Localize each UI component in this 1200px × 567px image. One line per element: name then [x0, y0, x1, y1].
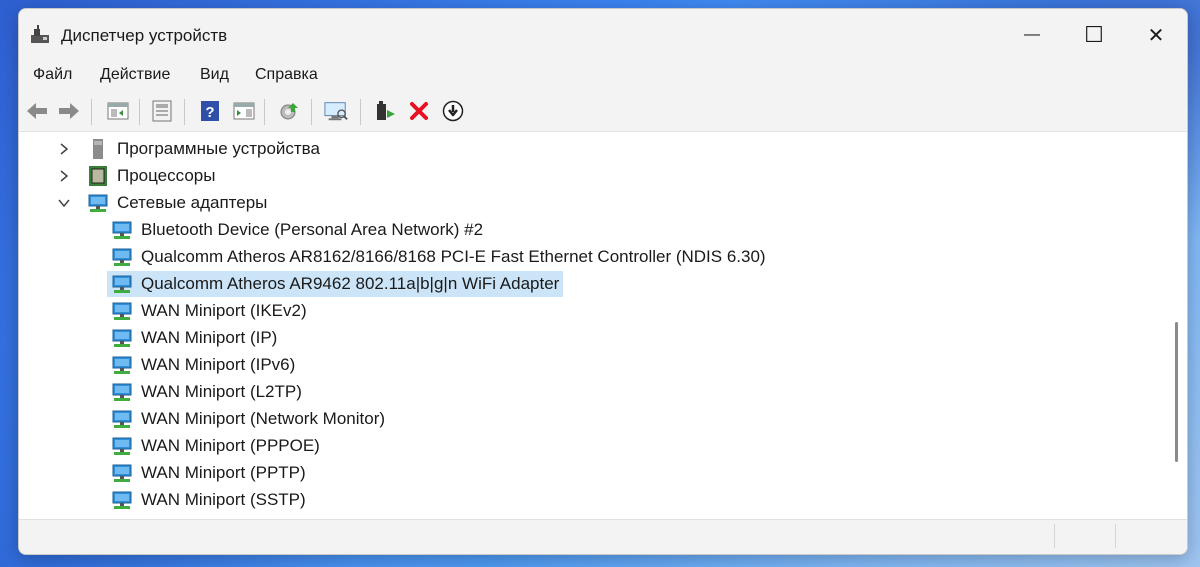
network-adapter-icon [112, 221, 132, 239]
network-adapter-icon [112, 275, 132, 293]
menu-view[interactable]: Вид [196, 66, 233, 84]
help-icon: ? [201, 101, 219, 121]
toolbar-separator [311, 99, 312, 125]
network-adapter-icon [112, 383, 132, 401]
properties-button[interactable] [150, 99, 174, 123]
tree-device-label: WAN Miniport (SSTP) [141, 490, 306, 509]
back-icon [27, 103, 47, 119]
action-pane-button[interactable] [232, 99, 256, 123]
properties-icon [152, 100, 172, 122]
toolbar-separator [264, 99, 265, 125]
tree-device-label: WAN Miniport (Network Monitor) [141, 409, 386, 428]
menu-bar: Файл Действие Вид Справка [19, 61, 1187, 91]
tree-device-item[interactable]: WAN Miniport (PPPOE) [107, 433, 324, 459]
network-adapter-icon [112, 248, 132, 266]
forward-button[interactable] [57, 99, 81, 123]
chevron-right-icon[interactable] [57, 169, 71, 183]
network-adapter-icon [112, 491, 132, 509]
network-adapter-icon [112, 356, 132, 374]
tree-category-processors[interactable]: Процессоры [57, 163, 215, 189]
uninstall-device-button[interactable] [407, 99, 431, 123]
network-adapter-icon [88, 194, 108, 212]
show-hide-tree-icon [107, 102, 129, 120]
uninstall-device-icon [410, 102, 428, 120]
network-adapter-icon [112, 437, 132, 455]
toolbar-separator [91, 99, 92, 125]
network-adapter-icon [112, 464, 132, 482]
minimize-button[interactable]: — [1001, 9, 1063, 61]
help-button[interactable]: ? [198, 99, 222, 123]
tree-device-item[interactable]: WAN Miniport (IPv6) [107, 352, 299, 378]
network-adapter-icon [112, 410, 132, 428]
tree-device-item[interactable]: WAN Miniport (Network Monitor) [107, 406, 389, 432]
tree-device-label: Bluetooth Device (Personal Area Network)… [141, 220, 484, 239]
menu-file[interactable]: Файл [29, 66, 76, 84]
tree-category-label: Сетевые адаптеры [117, 193, 268, 212]
tree-device-label: WAN Miniport (PPTP) [141, 463, 306, 482]
menu-action[interactable]: Действие [96, 66, 174, 84]
minimize-icon: — [1024, 26, 1040, 43]
software-device-icon [93, 139, 103, 159]
toolbar-separator [184, 99, 185, 125]
tree-device-label: WAN Miniport (IP) [141, 328, 278, 347]
disable-device-icon [442, 100, 464, 122]
window-title: Диспетчер устройств [61, 26, 228, 45]
tree-device-label: Qualcomm Atheros AR8162/8166/8168 PCI-E … [141, 247, 766, 266]
tree-device-label: WAN Miniport (IPv6) [141, 355, 296, 374]
maximize-button[interactable]: ☐ [1063, 9, 1125, 61]
chevron-right-icon[interactable] [57, 142, 71, 156]
tree-category-network-adapters[interactable]: Сетевые адаптеры [57, 190, 267, 216]
maximize-icon: ☐ [1084, 22, 1104, 47]
network-adapter-icon [112, 329, 132, 347]
menu-help[interactable]: Справка [251, 66, 322, 84]
chevron-down-icon[interactable] [57, 196, 71, 210]
title-bar[interactable]: Диспетчер устройств — ☐ ✕ [19, 9, 1187, 61]
svg-text:?: ? [205, 104, 214, 121]
processor-icon [89, 166, 107, 186]
vertical-scrollbar[interactable] [1167, 132, 1187, 520]
scan-hardware-button[interactable] [324, 99, 348, 123]
action-pane-icon [233, 102, 255, 120]
toolbar-separator [139, 99, 140, 125]
status-segment [19, 524, 1055, 548]
back-button[interactable] [25, 99, 49, 123]
tree-category-label: Процессоры [117, 166, 216, 185]
show-hide-tree-button[interactable] [106, 99, 130, 123]
scrollbar-thumb[interactable] [1175, 322, 1178, 462]
enable-device-button[interactable] [373, 99, 397, 123]
disable-device-button[interactable] [441, 99, 465, 123]
tree-device-item[interactable]: Bluetooth Device (Personal Area Network)… [107, 217, 487, 243]
toolbar: ? [19, 91, 1187, 132]
tree-device-item[interactable]: WAN Miniport (SSTP) [107, 487, 310, 513]
tree-device-item[interactable]: WAN Miniport (L2TP) [107, 379, 306, 405]
tree-device-label: Qualcomm Atheros AR9462 802.11a|b|g|n Wi… [141, 274, 560, 293]
toolbar-separator [360, 99, 361, 125]
tree-category-label: Программные устройства [117, 139, 320, 158]
update-driver-button[interactable] [277, 99, 301, 123]
update-driver-icon [280, 103, 298, 120]
device-manager-app-icon [31, 25, 49, 43]
tree-device-item[interactable]: Qualcomm Atheros AR8162/8166/8168 PCI-E … [107, 244, 770, 270]
close-button[interactable]: ✕ [1125, 9, 1187, 61]
status-bar [19, 519, 1187, 554]
tree-device-label: WAN Miniport (IKEv2) [141, 301, 307, 320]
tree-device-item[interactable]: WAN Miniport (IP) [107, 325, 281, 351]
tree-device-item-selected[interactable]: Qualcomm Atheros AR9462 802.11a|b|g|n Wi… [107, 271, 564, 297]
forward-icon [59, 103, 79, 119]
device-tree[interactable]: Программные устройства Процессоры Сетевы… [19, 132, 1167, 520]
status-segment [1055, 524, 1116, 548]
tree-device-item[interactable]: WAN Miniport (IKEv2) [107, 298, 311, 324]
scan-hardware-icon [324, 102, 348, 121]
network-adapter-icon [112, 302, 132, 320]
tree-device-item[interactable]: WAN Miniport (PPTP) [107, 460, 310, 486]
device-manager-window: Диспетчер устройств — ☐ ✕ Файл Действие … [18, 8, 1188, 555]
tree-category-software-devices[interactable]: Программные устройства [57, 136, 320, 162]
tree-device-label: WAN Miniport (PPPOE) [141, 436, 320, 455]
close-icon: ✕ [1147, 24, 1165, 47]
enable-device-icon [377, 101, 395, 120]
tree-device-label: WAN Miniport (L2TP) [141, 382, 302, 401]
